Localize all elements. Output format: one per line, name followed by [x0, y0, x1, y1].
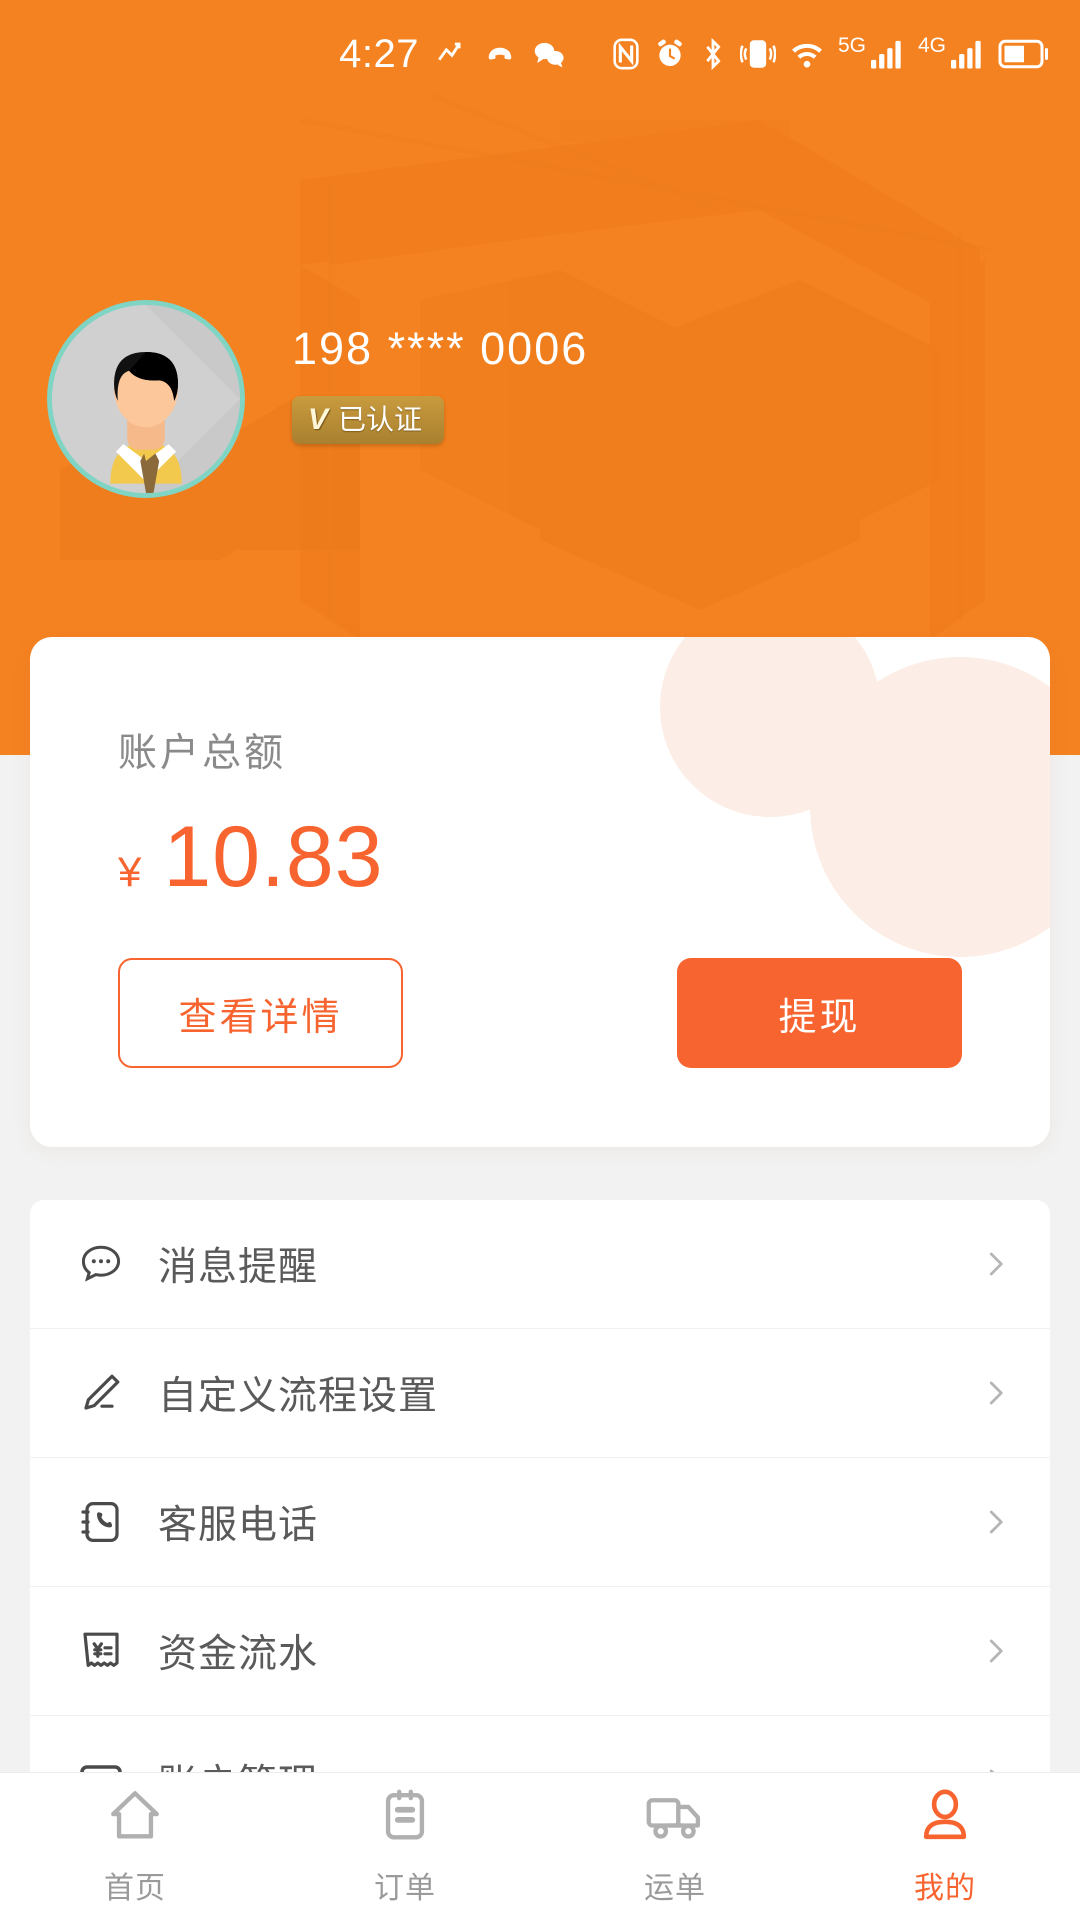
message-bubble-icon: [76, 1239, 126, 1289]
settings-menu: 消息提醒 自定义流程设置 客服电话 资金流水: [30, 1200, 1050, 1845]
balance-actions: 查看详情 提现: [118, 958, 1050, 1068]
menu-item-label: 资金流水: [158, 1633, 319, 1676]
profile-section: 198 **** 0006 V 已认证: [0, 300, 1080, 498]
tab-orders[interactable]: 订单: [270, 1773, 540, 1920]
status-bar-right: 5G 4G: [611, 34, 1050, 71]
signal-bars-icon: [870, 40, 901, 69]
verified-label: 已认证: [338, 403, 423, 435]
balance-card: 账户总额 ¥ 10.83 查看详情 提现: [30, 637, 1050, 1147]
wifi-icon: [791, 43, 822, 68]
network-label-5g: 5G: [837, 34, 866, 57]
currency-symbol: ¥: [118, 848, 142, 895]
chevron-right-icon: [980, 1636, 1010, 1666]
signal-bars-icon: [951, 40, 981, 69]
withdraw-button[interactable]: 提现: [677, 958, 962, 1068]
sim1-signal-group: 5G: [837, 34, 905, 70]
receipt-yuan-icon: [76, 1626, 126, 1676]
status-badge: V 已认证: [292, 395, 445, 444]
sim2-signal-group: 4G: [917, 34, 985, 70]
menu-item-label: 客服电话: [158, 1504, 319, 1547]
tab-label: 运单: [644, 1871, 706, 1905]
chevron-right-icon: [980, 1507, 1010, 1537]
status-bar: 4:27 5G 4G: [0, 0, 1080, 108]
avatar[interactable]: [47, 300, 245, 498]
verified-v-icon: V: [308, 402, 329, 436]
bluetooth-icon: [706, 37, 721, 71]
phone-number: 198 **** 0006: [292, 323, 589, 374]
phone-book-icon: [76, 1497, 126, 1547]
bottom-tab-bar: 首页 订单 运单 我的: [0, 1772, 1080, 1920]
avatar-illustration: [52, 305, 240, 493]
wechat-icon: [534, 42, 564, 68]
pencil-edit-icon: [76, 1368, 126, 1418]
nfc-icon: [613, 38, 639, 70]
tab-waybills[interactable]: 运单: [540, 1773, 810, 1920]
tab-mine[interactable]: 我的: [810, 1773, 1080, 1920]
mobile-screen: 4:27 5G 4G 198 **** 0006 V 已认证 账户总额 ¥ 10…: [0, 0, 1080, 1920]
view-detail-button[interactable]: 查看详情: [118, 958, 403, 1068]
tab-label: 首页: [104, 1871, 166, 1905]
order-clipboard-icon: [376, 1787, 434, 1850]
balance-title: 账户总额: [118, 732, 287, 775]
truck-icon: [644, 1787, 706, 1850]
status-bar-center: 4:27: [339, 34, 567, 74]
profile-text: 198 **** 0006 V 已认证: [292, 300, 588, 444]
menu-item-fund-flow[interactable]: 资金流水: [30, 1587, 1050, 1716]
tab-label: 我的: [914, 1871, 976, 1905]
tab-home[interactable]: 首页: [0, 1773, 270, 1920]
network-label-4g: 4G: [917, 34, 946, 57]
chevron-right-icon: [980, 1249, 1010, 1279]
menu-item-label: 自定义流程设置: [158, 1375, 439, 1418]
signal-activity-icon: [438, 42, 461, 61]
alarm-icon: [658, 39, 682, 66]
vibrate-icon: [739, 40, 776, 68]
balance-amount-row: ¥ 10.83: [118, 814, 1050, 900]
person-icon: [916, 1787, 974, 1850]
menu-item-label: 消息提醒: [158, 1246, 319, 1289]
menu-item-custom-process[interactable]: 自定义流程设置: [30, 1329, 1050, 1458]
status-time: 4:27: [339, 32, 419, 76]
menu-item-message-alerts[interactable]: 消息提醒: [30, 1200, 1050, 1329]
balance-amount: 10.83: [163, 809, 384, 905]
phone-handset-icon: [488, 47, 512, 60]
chevron-right-icon: [980, 1378, 1010, 1408]
battery-icon: [998, 39, 1048, 69]
home-icon: [106, 1787, 164, 1850]
menu-item-service-phone[interactable]: 客服电话: [30, 1458, 1050, 1587]
tab-label: 订单: [374, 1871, 436, 1905]
